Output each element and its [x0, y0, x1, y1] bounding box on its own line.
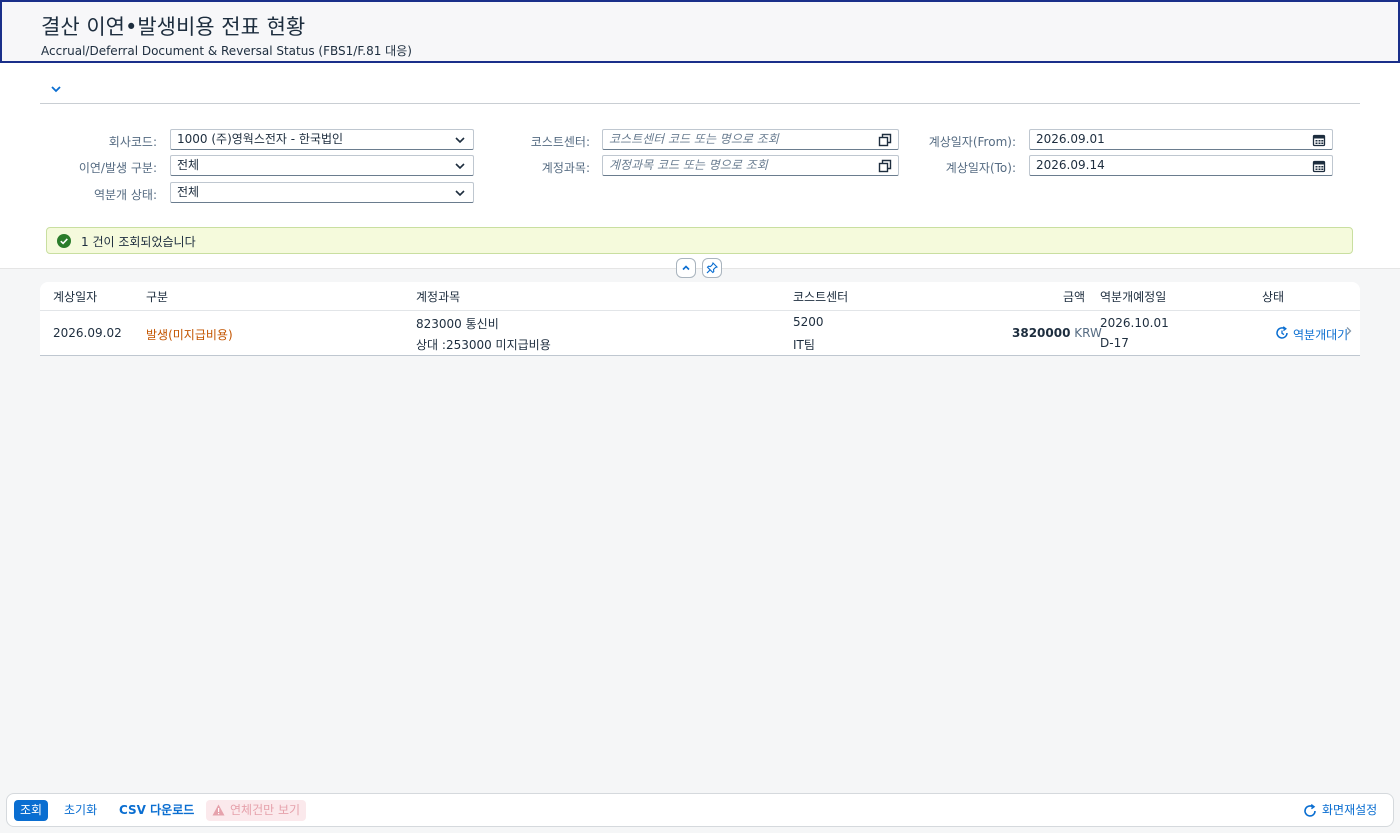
chevron-down-icon[interactable]	[48, 81, 64, 97]
calendar-icon[interactable]	[1312, 159, 1326, 173]
success-message-strip: 1 건이 조회되었습니다	[46, 227, 1353, 254]
reset-button[interactable]: 초기화	[64, 800, 97, 821]
footer-toolbar: 조회 초기화 CSV 다운로드 연체건만 보기 화면재설정	[6, 793, 1394, 827]
column-header-status[interactable]: 상태	[1262, 288, 1284, 305]
cell-d-day: D-17	[1100, 336, 1129, 350]
company-code-value: 1000 (주)영웍스전자 - 한국법인	[177, 132, 344, 146]
date-to-label: 계상일자(To):	[945, 161, 1016, 175]
amount-value: 3820000	[1012, 326, 1071, 340]
gl-account-input[interactable]: 계정과목 코드 또는 명으로 조회	[602, 155, 899, 176]
refresh-icon	[1304, 804, 1316, 817]
date-from-label: 계상일자(From):	[928, 135, 1016, 149]
type-select[interactable]: 전체	[170, 155, 474, 176]
cost-center-placeholder: 코스트센터 코드 또는 명으로 조회	[609, 132, 779, 146]
filter-bar: 회사코드: 1000 (주)영웍스전자 - 한국법인 이연/발생 구분: 전체 …	[0, 63, 1400, 269]
column-header-type[interactable]: 구분	[146, 288, 168, 305]
company-code-select[interactable]: 1000 (주)영웍스전자 - 한국법인	[170, 129, 474, 150]
amount-currency: KRW	[1074, 326, 1102, 340]
cell-type: 발생(미지급비용)	[146, 328, 233, 342]
date-to-value: 2026.09.14	[1036, 158, 1105, 172]
success-check-icon	[57, 234, 71, 248]
date-to-picker[interactable]: 2026.09.14	[1029, 155, 1333, 176]
page-subtitle: Accrual/Deferral Document & Reversal Sta…	[41, 44, 412, 58]
pin-header-button[interactable]	[702, 258, 722, 278]
cell-status[interactable]: 역분개대기	[1293, 326, 1348, 343]
reversal-status-value: 전체	[177, 185, 200, 199]
cell-cost-center-name: IT팀	[793, 338, 815, 352]
filter-divider	[40, 103, 1360, 104]
gl-account-label: 계정과목:	[541, 161, 590, 175]
column-header-account[interactable]: 계정과목	[416, 288, 460, 305]
chevron-up-icon	[682, 265, 690, 271]
search-button[interactable]: 조회	[14, 800, 49, 821]
results-table: 계상일자 구분 계정과목 코스트센터 금액 역분개예정일 상태 2026.09.…	[40, 282, 1360, 356]
cell-offset-account: 상대 :253000 미지급비용	[416, 338, 551, 352]
page-title: 결산 이연•발생비용 전표 현황	[41, 15, 306, 39]
cell-amount: 3820000 KRW	[1012, 326, 1102, 340]
chevron-down-icon	[455, 163, 465, 170]
column-header-date[interactable]: 계상일자	[53, 288, 97, 305]
type-value: 전체	[177, 158, 200, 172]
cell-reversal-date: 2026.10.01	[1100, 316, 1169, 330]
date-from-picker[interactable]: 2026.09.01	[1029, 129, 1333, 150]
chevron-right-icon[interactable]	[1343, 324, 1355, 338]
header-divider	[40, 310, 1360, 311]
cell-account: 823000 통신비	[416, 317, 499, 331]
cell-date: 2026.09.02	[53, 326, 122, 340]
type-label: 이연/발생 구분:	[78, 161, 157, 175]
collapse-header-button[interactable]	[676, 258, 696, 278]
value-help-icon[interactable]	[878, 159, 892, 173]
screen-reset-label: 화면재설정	[1322, 803, 1378, 817]
reversal-status-select[interactable]: 전체	[170, 182, 474, 203]
calendar-icon[interactable]	[1312, 133, 1326, 147]
cost-center-label: 코스트센터:	[530, 135, 590, 149]
cell-cost-center-code: 5200	[793, 315, 824, 329]
overdue-only-button[interactable]: 연체건만 보기	[206, 800, 307, 821]
warning-icon	[212, 804, 225, 816]
chevron-down-icon	[455, 190, 465, 197]
date-from-value: 2026.09.01	[1036, 132, 1105, 146]
page-header: 결산 이연•발생비용 전표 현황 Accrual/Deferral Docume…	[0, 0, 1400, 63]
gl-account-placeholder: 계정과목 코드 또는 명으로 조회	[609, 158, 768, 172]
overdue-only-label: 연체건만 보기	[230, 803, 301, 817]
column-header-cost-center[interactable]: 코스트센터	[793, 288, 848, 305]
cost-center-input[interactable]: 코스트센터 코드 또는 명으로 조회	[602, 129, 899, 150]
pending-reversal-icon	[1276, 326, 1288, 339]
column-header-amount[interactable]: 금액	[1063, 288, 1085, 305]
reversal-status-label: 역분개 상태:	[93, 188, 157, 202]
message-text: 1 건이 조회되었습니다	[81, 235, 196, 249]
chevron-down-icon	[455, 137, 465, 144]
pin-icon	[706, 262, 718, 274]
csv-download-button[interactable]: CSV 다운로드	[119, 800, 194, 821]
screen-reset-button[interactable]: 화면재설정	[1303, 800, 1377, 821]
column-header-reversal-date[interactable]: 역분개예정일	[1100, 288, 1166, 305]
company-code-label: 회사코드:	[108, 135, 157, 149]
value-help-icon[interactable]	[878, 133, 892, 147]
